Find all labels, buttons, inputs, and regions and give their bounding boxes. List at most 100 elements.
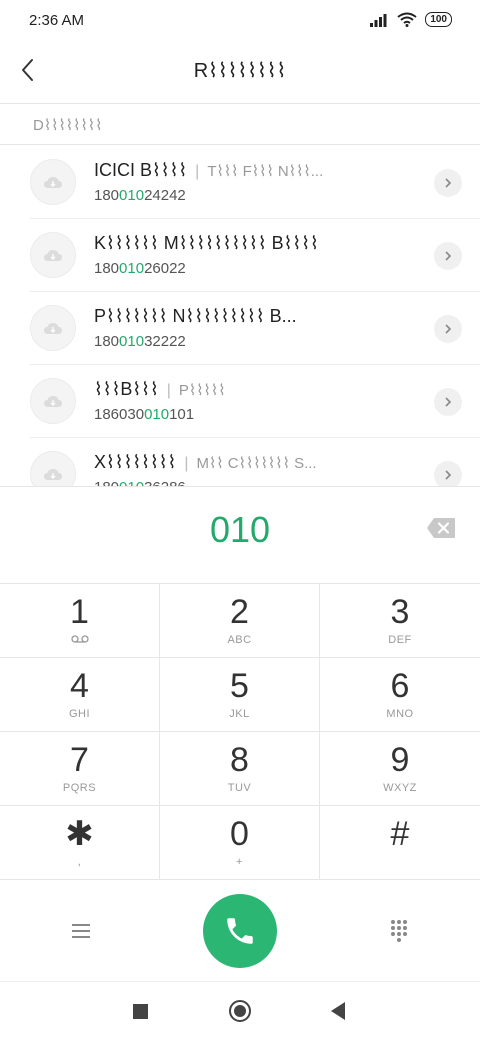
key-0[interactable]: 0 +: [160, 806, 320, 880]
separator: |: [195, 163, 200, 180]
key-6[interactable]: 6 MNO: [320, 658, 480, 732]
key-hash[interactable]: #: [320, 806, 480, 880]
key-9[interactable]: 9 WXYZ: [320, 732, 480, 806]
contact-detail-button[interactable]: [434, 242, 462, 270]
header: R⌇⌇⌇⌇⌇⌇⌇⌇: [0, 44, 480, 104]
key-letters: TUV: [227, 782, 252, 794]
key-4[interactable]: 4 GHI: [0, 658, 160, 732]
key-letters: GHI: [68, 708, 91, 720]
dial-keypad: 1 2 ABC 3 DEF 4 GHI 5 JKL 6 MNO 7 PQRS 8…: [0, 584, 480, 880]
search-results-list[interactable]: ICICI B⌇⌇⌇⌇ | T⌇⌇⌇ F⌇⌇⌇ N⌇⌇⌇... 1800102424…: [0, 146, 480, 486]
key-letters: +: [236, 856, 243, 868]
dialer-actions: [0, 880, 480, 982]
contact-detail-button[interactable]: [434, 315, 462, 343]
contact-row[interactable]: X⌇⌇⌇⌇⌇⌇⌇⌇ | M⌇⌇ C⌇⌇⌇⌇⌇⌇⌇ S... 18001036286: [0, 438, 480, 486]
chevron-right-icon: [445, 324, 452, 334]
key-letters: JKL: [229, 708, 250, 720]
key-digit: 1: [70, 593, 89, 631]
contact-number: 18001036286: [94, 479, 186, 486]
key-2[interactable]: 2 ABC: [160, 584, 320, 658]
number-match: 010: [119, 260, 145, 277]
contact-detail-button[interactable]: [434, 461, 462, 486]
chevron-right-icon: [445, 470, 452, 480]
key-digit: ✱: [65, 815, 94, 853]
phone-icon: [227, 918, 253, 944]
call-button[interactable]: [203, 894, 277, 968]
key-letters: WXYZ: [383, 782, 417, 794]
avatar: [30, 305, 76, 351]
avatar: [30, 232, 76, 278]
key-digit: 8: [230, 741, 249, 779]
home-circle-icon[interactable]: [229, 1000, 251, 1022]
key-3[interactable]: 3 DEF: [320, 584, 480, 658]
contact-name-text: ICICI B⌇⌇⌇⌇: [94, 160, 188, 180]
number-match: 010: [119, 479, 144, 486]
cloud-icon: [44, 177, 62, 188]
number-prefix: 180: [94, 187, 120, 204]
dialpad-icon: [391, 920, 407, 942]
page-title: R⌇⌇⌇⌇⌇⌇⌇⌇: [193, 60, 287, 82]
contact-number: 186030010101: [94, 406, 194, 423]
number-suffix: 36286: [144, 479, 186, 486]
key-8[interactable]: 8 TUV: [160, 732, 320, 806]
backspace-icon: [427, 518, 455, 538]
contact-detail-button[interactable]: [434, 388, 462, 416]
status-bar: 2:36 AM 100: [0, 0, 480, 44]
contact-name-text: X⌇⌇⌇⌇⌇⌇⌇⌇: [94, 452, 177, 472]
key-star[interactable]: ✱ ,: [0, 806, 160, 880]
contact-row[interactable]: ⌇⌇⌇B⌇⌇⌇ | P⌇⌇⌇⌇⌇ 186030010101: [0, 365, 480, 438]
chevron-right-icon: [445, 251, 452, 261]
number-prefix: 180: [94, 260, 120, 277]
number-match: 010: [119, 333, 145, 350]
contact-number: 18001026022: [94, 260, 186, 277]
key-letters: DEF: [388, 634, 412, 646]
back-triangle-icon[interactable]: [331, 1002, 345, 1020]
chevron-right-icon: [445, 178, 452, 188]
key-1[interactable]: 1: [0, 584, 160, 658]
contact-name: ⌇⌇⌇B⌇⌇⌇ | P⌇⌇⌇⌇⌇: [94, 379, 414, 400]
key-5[interactable]: 5 JKL: [160, 658, 320, 732]
contact-company: M⌇⌇ C⌇⌇⌇⌇⌇⌇⌇ S...: [196, 455, 317, 472]
wifi-icon: [397, 12, 417, 27]
key-digit: 7: [70, 741, 89, 779]
key-letters: PQRS: [62, 782, 97, 794]
contact-name-text: K⌇⌇⌇⌇⌇⌇ M⌇⌇⌇⌇⌇⌇⌇⌇⌇⌇ B⌇⌇⌇⌇: [94, 233, 319, 253]
battery-indicator: 100: [425, 12, 452, 27]
avatar: [30, 378, 76, 424]
key-digit: 2: [230, 593, 249, 631]
separator: |: [184, 455, 189, 472]
contact-company: T⌇⌇⌇ F⌇⌇⌇ N⌇⌇⌇...: [207, 163, 324, 180]
contact-row[interactable]: K⌇⌇⌇⌇⌇⌇ M⌇⌇⌇⌇⌇⌇⌇⌇⌇⌇ B⌇⌇⌇⌇ 18001026022: [0, 219, 480, 292]
avatar: [30, 451, 76, 486]
number-suffix: 32222: [144, 333, 186, 350]
key-letters: MNO: [386, 708, 414, 720]
key-digit: 0: [230, 815, 249, 853]
recents-square-icon[interactable]: [133, 1004, 148, 1019]
menu-button[interactable]: [66, 916, 96, 946]
key-7[interactable]: 7 PQRS: [0, 732, 160, 806]
dial-input-display[interactable]: 010: [0, 486, 480, 584]
cloud-icon: [44, 323, 62, 334]
key-letters: ,: [77, 856, 82, 868]
chevron-right-icon: [445, 397, 452, 407]
section-heading-text: D⌇⌇⌇⌇⌇⌇⌇⌇: [33, 117, 103, 134]
section-heading: D⌇⌇⌇⌇⌇⌇⌇⌇: [0, 105, 480, 145]
contact-company: P⌇⌇⌇⌇⌇: [178, 382, 226, 399]
system-nav-bar: [0, 982, 480, 1040]
key-digit: 5: [230, 667, 249, 705]
contact-name: P⌇⌇⌇⌇⌇⌇⌇ N⌇⌇⌇⌇⌇⌇⌇⌇⌇ B...: [94, 306, 414, 327]
signal-icon: [370, 13, 387, 27]
key-digit: #: [390, 815, 410, 853]
status-time: 2:36 AM: [29, 12, 85, 29]
contact-row[interactable]: ICICI B⌇⌇⌇⌇ | T⌇⌇⌇ F⌇⌇⌇ N⌇⌇⌇... 1800102424…: [0, 146, 480, 219]
dialed-number[interactable]: 010: [0, 509, 480, 551]
contact-number: 18001032222: [94, 333, 186, 350]
number-match: 010: [119, 187, 145, 204]
separator: |: [166, 382, 171, 399]
key-digit: 9: [390, 741, 410, 779]
contact-detail-button[interactable]: [434, 169, 462, 197]
contact-row[interactable]: P⌇⌇⌇⌇⌇⌇⌇ N⌇⌇⌇⌇⌇⌇⌇⌇⌇ B... 18001032222: [0, 292, 480, 365]
dialpad-toggle-button[interactable]: [384, 916, 414, 946]
backspace-button[interactable]: [426, 517, 456, 539]
number-match: 010: [144, 406, 170, 423]
